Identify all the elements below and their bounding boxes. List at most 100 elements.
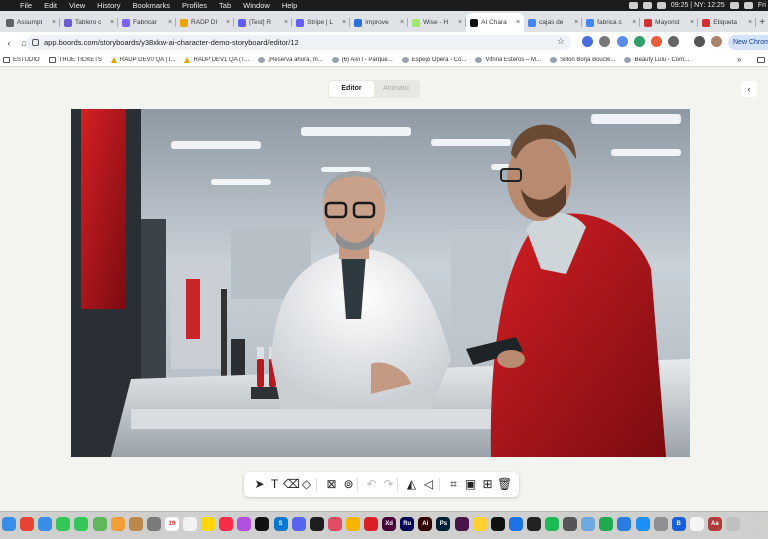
menu-item-help[interactable]: Help — [276, 1, 303, 10]
tab-close-icon[interactable]: × — [342, 19, 346, 26]
maps-icon[interactable] — [92, 517, 107, 531]
music-icon[interactable] — [219, 517, 234, 531]
world-clock[interactable]: 09:25 | NY: 12:25 — [671, 2, 725, 9]
bitwarden-icon[interactable]: B — [671, 517, 686, 531]
color-extension-icon[interactable] — [651, 36, 662, 47]
new-chrome-button[interactable]: New Chrome — [728, 35, 768, 50]
image-tool[interactable]: ▣ — [463, 477, 478, 492]
keynote-icon[interactable] — [617, 517, 632, 531]
eraser-tool[interactable]: ⌫ — [283, 477, 300, 492]
dictionary-icon[interactable]: Aa — [707, 517, 722, 531]
xd-icon[interactable]: Xd — [382, 517, 397, 531]
mode-tab-editor[interactable]: Editor — [329, 81, 374, 97]
dropbox-icon[interactable] — [628, 2, 638, 9]
tab-close-icon[interactable]: × — [690, 19, 694, 26]
app-store-icon[interactable] — [635, 517, 650, 531]
tab-close-icon[interactable]: × — [632, 19, 636, 26]
add-frame-tool[interactable]: ⊞ — [480, 477, 495, 492]
tab-close-icon[interactable]: × — [226, 19, 230, 26]
tab-close-icon[interactable]: × — [516, 19, 520, 26]
tab-close-icon[interactable]: × — [400, 19, 404, 26]
tab-close-icon[interactable]: × — [52, 19, 56, 26]
menu-item-history[interactable]: History — [91, 1, 126, 10]
tab-close-icon[interactable]: × — [574, 19, 578, 26]
mask-tool[interactable]: ⊚ — [341, 477, 356, 492]
bookmark-item[interactable]: Beauty Lulu - Com... — [624, 56, 689, 63]
calendar-icon[interactable]: 19 — [164, 517, 179, 531]
tab-close-icon[interactable]: × — [168, 19, 172, 26]
bookmark-item[interactable]: ESTUDIO — [3, 56, 40, 63]
tab-close-icon[interactable]: × — [284, 19, 288, 26]
tv-icon[interactable] — [255, 517, 270, 531]
browser-tab[interactable]: Wise - H × — [408, 13, 467, 32]
terminal-icon[interactable] — [526, 517, 541, 531]
trash-icon[interactable] — [744, 517, 759, 531]
storyboard-frame-image[interactable] — [71, 109, 690, 457]
browser-tab[interactable]: Tablero c × — [60, 13, 119, 32]
extensions-puzzle-icon[interactable] — [668, 36, 679, 47]
monday-icon[interactable] — [327, 517, 342, 531]
skype-icon[interactable]: S — [273, 517, 288, 531]
send-tool[interactable]: ◁ — [421, 477, 436, 492]
mode-tab-animatic[interactable]: Animatic — [374, 81, 419, 97]
tab-close-icon[interactable]: × — [458, 19, 462, 26]
calculator-icon[interactable] — [563, 517, 578, 531]
bookmarks-more-icon[interactable]: » — [737, 55, 741, 64]
reminders-icon[interactable] — [183, 517, 197, 531]
notes-icon[interactable] — [201, 517, 216, 531]
site-info-icon[interactable] — [32, 39, 39, 46]
browser-tab[interactable]: [Test] R × — [234, 13, 293, 32]
slack-icon[interactable] — [454, 517, 469, 531]
rush-icon[interactable]: Ru — [400, 517, 415, 531]
bookmark-star-icon[interactable]: ☆ — [557, 36, 565, 47]
chatgpt-icon[interactable] — [490, 517, 505, 531]
browser-tab[interactable]: Etiqueta × — [698, 13, 757, 32]
undo-button[interactable]: ↶ — [364, 477, 379, 492]
preview-icon[interactable] — [581, 517, 596, 531]
select-tool[interactable]: ➤ — [252, 477, 267, 492]
redo-button[interactable]: ↷ — [381, 477, 396, 492]
photos-icon[interactable] — [110, 517, 125, 531]
menu-item-tab[interactable]: Tab — [213, 1, 237, 10]
menu-item-view[interactable]: View — [63, 1, 91, 10]
tab-close-icon[interactable]: × — [748, 19, 752, 26]
screen-icon[interactable] — [726, 517, 740, 531]
back-icon[interactable]: ‹ — [3, 38, 15, 48]
bookmark-item[interactable]: Sillon Borja Boucle... — [550, 56, 615, 63]
system-settings-icon[interactable] — [653, 517, 668, 531]
grammar-extension-icon[interactable] — [634, 36, 645, 47]
discord-icon[interactable] — [291, 517, 306, 531]
bookmark-item[interactable]: TRUE TICKETS — [48, 56, 102, 63]
browser-tab[interactable]: RADP DI × — [176, 13, 235, 32]
browser-tab[interactable]: Improve × — [350, 13, 409, 32]
chrome-icon[interactable] — [20, 517, 35, 531]
cloud-icon[interactable] — [642, 2, 652, 9]
all-bookmarks-folder-icon[interactable] — [757, 56, 765, 63]
screenshot-extension-icon[interactable] — [599, 36, 610, 47]
notes-brown-icon[interactable] — [128, 517, 143, 531]
bookmark-item[interactable]: Vitrina Esteros – M... — [475, 56, 541, 63]
wifi-icon[interactable] — [656, 2, 666, 9]
crop-tool[interactable]: ⌗ — [446, 477, 461, 492]
browser-tab[interactable]: cajas de × — [524, 13, 583, 32]
mail-icon[interactable] — [38, 517, 53, 531]
menu-item-profiles[interactable]: Profiles — [176, 1, 213, 10]
facetime-icon[interactable] — [56, 517, 71, 531]
menu-item-edit[interactable]: Edit — [38, 1, 63, 10]
text-tool[interactable]: T — [267, 477, 282, 492]
menu-item-window[interactable]: Window — [237, 1, 276, 10]
menu-item-bookmarks[interactable]: Bookmarks — [127, 1, 177, 10]
clear-tool[interactable]: ⊠ — [324, 477, 339, 492]
flip-tool[interactable]: ◭ — [404, 477, 419, 492]
menu-item-file[interactable]: File — [14, 1, 38, 10]
bookmark-item[interactable]: RADP DEV0 QA (T... — [110, 56, 175, 63]
pen-extension-icon[interactable] — [617, 36, 628, 47]
creative-cloud-icon[interactable] — [364, 517, 378, 531]
browser-tab[interactable]: Fabricar × — [118, 13, 177, 32]
messages-icon[interactable] — [74, 517, 89, 531]
new-tab-button[interactable]: + — [756, 17, 768, 28]
bookmark-item[interactable]: Espejo Ópera - Co... — [401, 56, 466, 63]
illustrator-icon[interactable]: Ai — [418, 517, 433, 531]
numbers-icon[interactable] — [599, 517, 614, 531]
control-center-icon[interactable] — [743, 2, 753, 9]
